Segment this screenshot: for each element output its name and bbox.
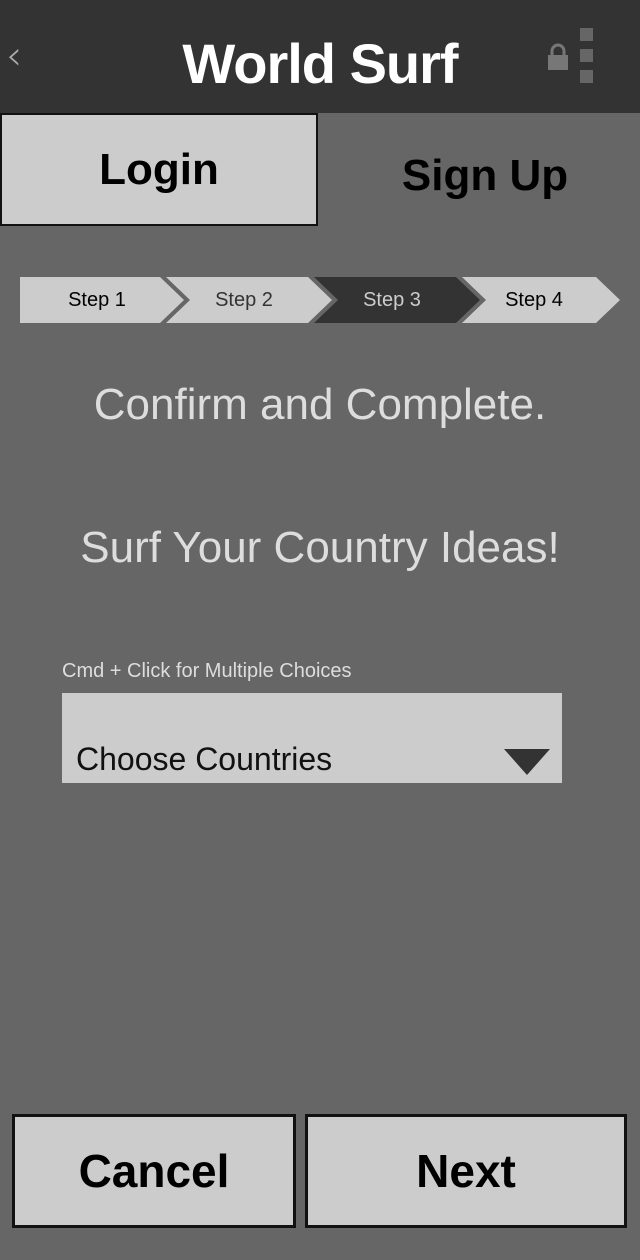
top-app-bar: ‹ World Surf [0,0,640,113]
caret-down-icon[interactable] [504,749,550,775]
select-hint: Cmd + Click for Multiple Choices [62,660,352,682]
select-value: Choose Countries [76,741,333,777]
confirm-heading: Confirm and Complete. [93,380,547,429]
step-3-label[interactable]: Step 3 [334,277,450,323]
surf-subheading: Surf Your Country Ideas! [80,523,560,572]
tab-sign-up[interactable]: Sign Up [330,126,640,226]
step-1-label[interactable]: Step 1 [40,277,154,323]
step-progress: Step 1 Step 2 Step 3 Step 4 [20,277,620,323]
step-4-label[interactable]: Step 4 [476,277,592,323]
next-button[interactable]: Next [305,1114,627,1228]
lock-icon [548,43,568,70]
cancel-button[interactable]: Cancel [12,1114,296,1228]
step-2-label[interactable]: Step 2 [186,277,302,323]
countries-select[interactable]: Choose Countries [62,693,562,783]
app-title: World Surf [182,32,458,95]
more-vertical-icon[interactable] [580,28,593,84]
tab-login[interactable]: Login [0,113,318,226]
